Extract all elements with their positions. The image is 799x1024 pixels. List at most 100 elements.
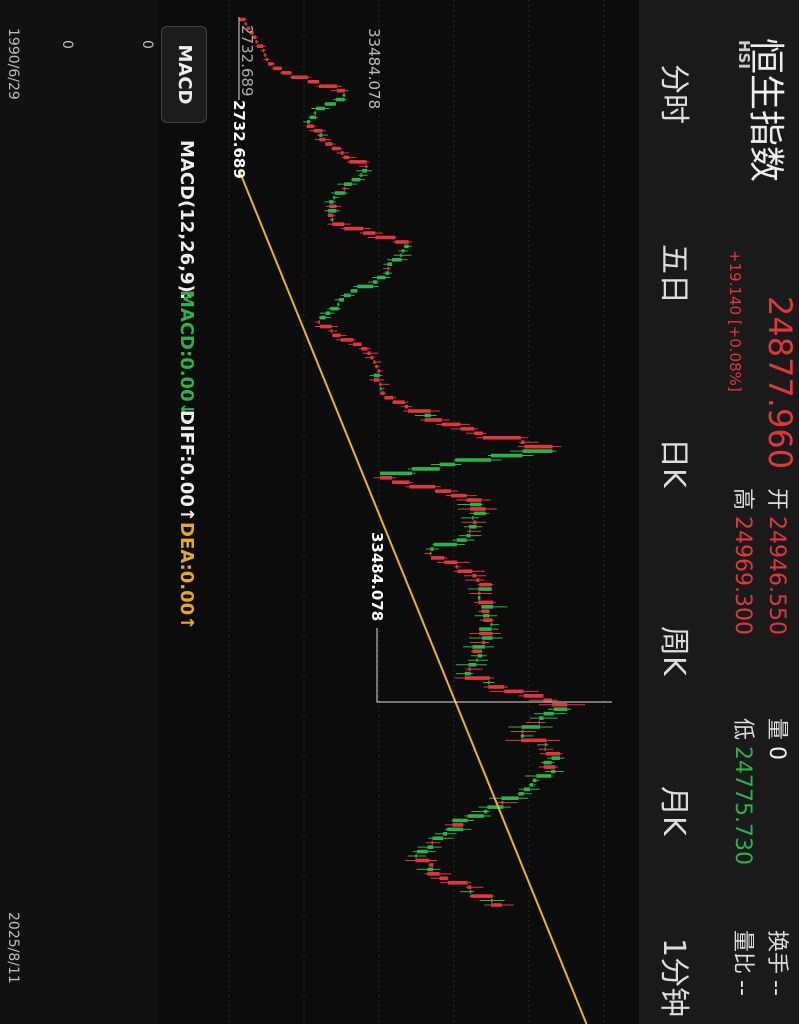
candle-body [469, 524, 477, 529]
candle-body [469, 889, 472, 894]
candle-body [385, 271, 390, 275]
volume-ratio-label: 量比 [730, 930, 755, 975]
candle-body [257, 44, 264, 48]
candle-body [268, 62, 274, 66]
tab-intraday[interactable]: 分时 [655, 64, 699, 124]
candle-body [319, 84, 337, 89]
candle-body [455, 458, 491, 462]
candle-body [477, 596, 481, 600]
candle-body [543, 711, 554, 716]
chart-grid [228, 0, 605, 1024]
candle-body [375, 235, 396, 240]
low-label: 低 [730, 718, 755, 741]
candle-body [373, 373, 380, 378]
candle-body [329, 200, 334, 204]
candle-body [424, 418, 442, 422]
candle-body [319, 137, 326, 142]
trend-line [238, 169, 588, 1024]
macd-params: MACD(12,26,9): [176, 140, 197, 300]
candle-body [336, 88, 345, 93]
candle-body [521, 725, 541, 729]
turnover-stat: 换手 -- [763, 930, 795, 996]
candle-body [343, 155, 350, 160]
candle-body [473, 520, 477, 525]
candle-body [474, 431, 483, 436]
candle-body [264, 53, 267, 57]
candle-body [373, 360, 376, 364]
candle-body [328, 209, 337, 213]
x-start-date: 1990/6/29 [5, 28, 21, 100]
candle-body [467, 885, 472, 890]
candle-body [408, 409, 431, 413]
kline-chart[interactable]: 33484.078 33484.078 2732.689 2732.689 [209, 0, 639, 1024]
candle-body [404, 404, 409, 409]
candle-body [330, 329, 333, 333]
candle-body [332, 333, 341, 338]
candle-body [319, 315, 326, 320]
candle-body [439, 462, 456, 467]
candle-body [306, 124, 314, 129]
candle-body [344, 182, 352, 186]
candle-body [482, 435, 521, 440]
candle-body [456, 538, 467, 542]
candle-body [380, 476, 393, 480]
tab-monthly-k[interactable]: 月K [655, 786, 699, 836]
candle-body [392, 400, 405, 404]
candle-body [343, 293, 351, 298]
candle-body [380, 471, 413, 476]
candle-body [329, 204, 337, 209]
candle-body [520, 440, 525, 444]
candle-body [330, 306, 339, 311]
kline-svg: 33484.078 33484.078 2732.689 2732.689 [228, 0, 612, 1024]
candle-body [482, 640, 485, 645]
candle-body [490, 898, 493, 903]
candle-body [377, 369, 380, 373]
candle-body [464, 671, 471, 676]
candle-body [483, 809, 488, 814]
top-axis-label: 33484.078 [365, 28, 383, 109]
candle-body [553, 707, 568, 712]
candle-body [379, 382, 382, 387]
candle-body [409, 484, 436, 489]
candle-body [262, 48, 265, 53]
candle-body [523, 787, 531, 792]
volume-stat: 量0 [763, 718, 795, 760]
candle-body [415, 858, 430, 863]
candle-body [416, 849, 428, 854]
candle-body [520, 738, 547, 743]
candle-body [432, 836, 444, 841]
high-stat: 高 24969.300 [729, 488, 761, 635]
candle-body [523, 694, 544, 698]
candle-body [466, 498, 482, 502]
candle-body [472, 516, 474, 520]
candle-body [552, 702, 568, 707]
candle-body [319, 133, 323, 137]
open-stat: 开 24946.550 [763, 488, 795, 635]
candle-body [483, 613, 490, 618]
candle-body [467, 814, 484, 818]
candle-body [350, 289, 358, 293]
candle-body [478, 591, 481, 596]
candle-body [501, 796, 519, 801]
candle-body [543, 760, 552, 765]
tab-daily-k[interactable]: 日K [655, 438, 699, 488]
tab-weekly-k[interactable]: 周K [655, 626, 699, 676]
macd-indicator-button[interactable]: MACD [161, 26, 207, 123]
tab-five-day[interactable]: 五日 [655, 244, 699, 304]
candle-body [392, 480, 410, 485]
candle-body [340, 338, 354, 342]
min-marker: 2732.689 2732.689 [230, 17, 256, 179]
candle-body [314, 111, 317, 115]
candles-group [239, 17, 585, 907]
candle-body [476, 658, 478, 663]
tab-one-minute[interactable]: 1分钟 [655, 938, 699, 1017]
candle-body [375, 364, 378, 369]
macd-zero-upper: 0 [139, 40, 155, 49]
candle-body [482, 636, 493, 640]
candle-body [488, 685, 505, 689]
high-value: 24969.300 [730, 516, 755, 635]
high-label: 高 [730, 488, 755, 511]
candle-body [536, 774, 552, 778]
candle-body [483, 618, 493, 623]
candle-body [291, 75, 308, 80]
